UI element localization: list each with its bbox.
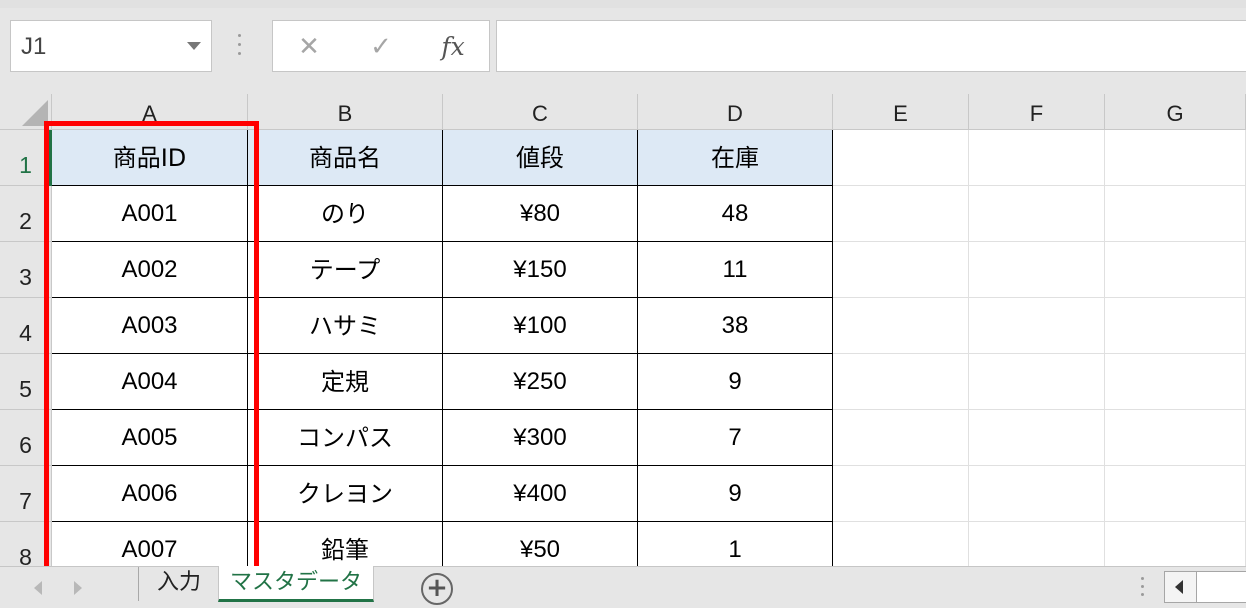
scroll-left-icon[interactable] [1165, 572, 1197, 602]
empty-cell[interactable] [969, 130, 1105, 186]
table-cell[interactable]: 7 [638, 410, 833, 466]
splitter-handle-icon[interactable] [1140, 577, 1146, 599]
add-sheet-icon[interactable]: + [421, 573, 453, 605]
empty-cell[interactable] [833, 522, 969, 566]
formula-buttons: ✕ ✓ fx [272, 20, 490, 72]
table-cell[interactable]: 鉛筆 [248, 522, 443, 566]
formula-bar: J1 ✕ ✓ fx [0, 8, 1246, 94]
horizontal-scrollbar[interactable] [1164, 571, 1246, 603]
empty-cell[interactable] [969, 354, 1105, 410]
empty-cell[interactable] [833, 354, 969, 410]
table-cell[interactable]: ¥150 [443, 242, 638, 298]
empty-cell[interactable] [969, 522, 1105, 566]
name-box-value: J1 [21, 33, 47, 60]
chevron-down-icon[interactable] [187, 42, 201, 50]
enter-icon[interactable]: ✓ [361, 27, 401, 67]
name-box[interactable]: J1 [10, 20, 212, 72]
table-cell[interactable]: ¥100 [443, 298, 638, 354]
formula-input[interactable] [496, 20, 1246, 72]
table-header-cell[interactable]: 値段 [443, 130, 638, 186]
empty-cell[interactable] [1105, 410, 1246, 466]
empty-cell[interactable] [969, 186, 1105, 242]
table-cell[interactable]: 48 [638, 186, 833, 242]
column-header-6[interactable]: F [969, 94, 1105, 130]
table-header-cell[interactable]: 商品名 [248, 130, 443, 186]
empty-cell[interactable] [1105, 354, 1246, 410]
table-cell[interactable]: 1 [638, 522, 833, 566]
highlight-box [44, 121, 259, 577]
table-cell[interactable]: 定規 [248, 354, 443, 410]
title-strip [0, 0, 1246, 8]
empty-cell[interactable] [969, 410, 1105, 466]
table-cell[interactable]: ¥400 [443, 466, 638, 522]
table-cell[interactable]: ¥300 [443, 410, 638, 466]
table-cell[interactable]: ¥80 [443, 186, 638, 242]
empty-cell[interactable] [833, 410, 969, 466]
table-cell[interactable]: 9 [638, 466, 833, 522]
table-cell[interactable]: 38 [638, 298, 833, 354]
tab-divider [138, 567, 139, 601]
empty-cell[interactable] [969, 466, 1105, 522]
column-header-2[interactable]: B [248, 94, 443, 130]
table-cell[interactable]: ¥250 [443, 354, 638, 410]
empty-cell[interactable] [833, 186, 969, 242]
drag-handle-icon[interactable] [236, 34, 242, 58]
insert-function-icon[interactable]: fx [433, 27, 473, 67]
sheet-tab-master-data[interactable]: マスタデータ [218, 566, 374, 602]
column-header-3[interactable]: C [443, 94, 638, 130]
empty-cell[interactable] [1105, 298, 1246, 354]
table-cell[interactable]: テープ [248, 242, 443, 298]
empty-cell[interactable] [1105, 522, 1246, 566]
cancel-icon[interactable]: ✕ [289, 27, 329, 67]
empty-cell[interactable] [1105, 242, 1246, 298]
column-header-7[interactable]: G [1105, 94, 1246, 130]
empty-cell[interactable] [1105, 130, 1246, 186]
table-cell[interactable]: 11 [638, 242, 833, 298]
table-cell[interactable]: ¥50 [443, 522, 638, 566]
empty-cell[interactable] [833, 242, 969, 298]
table-cell[interactable]: 9 [638, 354, 833, 410]
empty-cell[interactable] [969, 242, 1105, 298]
next-sheet-icon[interactable] [74, 581, 82, 595]
empty-cell[interactable] [1105, 466, 1246, 522]
column-header-4[interactable]: D [638, 94, 833, 130]
sheet-tab-input[interactable]: 入力 [140, 566, 218, 602]
empty-cell[interactable] [969, 298, 1105, 354]
prev-sheet-icon[interactable] [34, 581, 42, 595]
table-header-cell[interactable]: 在庫 [638, 130, 833, 186]
sheet-tab-bar: 入力 マスタデータ + [0, 566, 1246, 608]
table-cell[interactable]: クレヨン [248, 466, 443, 522]
empty-cell[interactable] [833, 466, 969, 522]
table-cell[interactable]: のり [248, 186, 443, 242]
column-header-5[interactable]: E [833, 94, 969, 130]
empty-cell[interactable] [833, 298, 969, 354]
empty-cell[interactable] [833, 130, 969, 186]
table-cell[interactable]: ハサミ [248, 298, 443, 354]
table-cell[interactable]: コンパス [248, 410, 443, 466]
empty-cell[interactable] [1105, 186, 1246, 242]
